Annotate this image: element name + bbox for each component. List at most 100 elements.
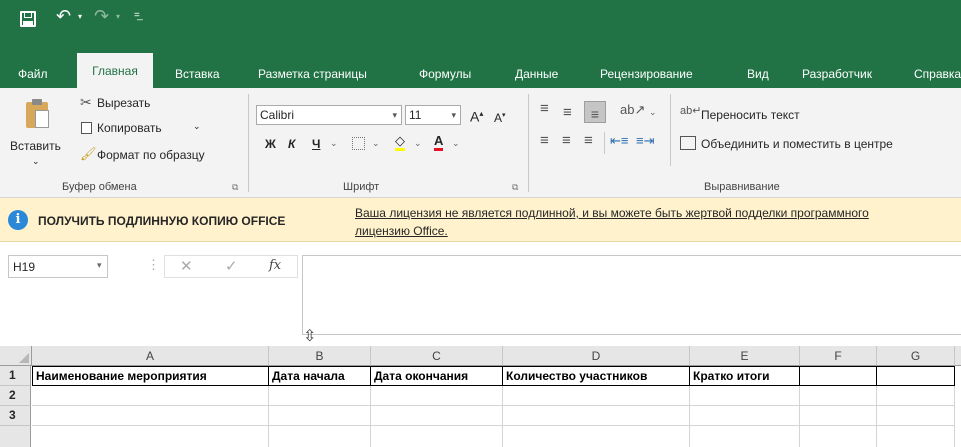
cell-f3[interactable] (800, 406, 877, 426)
cell-c3[interactable] (371, 406, 503, 426)
column-header-d[interactable]: D (503, 346, 690, 366)
tab-review[interactable]: Рецензирование (600, 66, 693, 88)
underline-button[interactable]: Ч (312, 137, 320, 151)
align-right-icon[interactable]: ≡ (584, 133, 593, 148)
increase-indent-icon[interactable]: ≡⇥ (636, 134, 654, 148)
cell-d2[interactable] (503, 386, 690, 406)
font-size-select[interactable]: 11 ▾ (405, 105, 461, 125)
row-header-4[interactable] (0, 426, 31, 447)
cut-button[interactable]: Вырезать (97, 96, 150, 110)
undo-dropdown-icon[interactable]: ▾ (78, 12, 82, 21)
column-header-partial[interactable] (955, 346, 961, 366)
row-header-2[interactable]: 2 (0, 386, 31, 406)
align-left-icon[interactable]: ≡ (540, 133, 549, 148)
column-header-e[interactable]: E (690, 346, 800, 366)
chevron-down-icon[interactable]: ▾ (97, 260, 102, 271)
cell-c2[interactable] (371, 386, 503, 406)
orientation-dropdown-icon[interactable]: ⌄ (649, 105, 657, 119)
column-header-g[interactable]: G (877, 346, 955, 366)
wrap-text-button[interactable]: Переносить текст (701, 108, 800, 122)
tab-page-layout[interactable]: Разметка страницы (258, 66, 367, 88)
cell-b3[interactable] (269, 406, 371, 426)
decrease-indent-icon[interactable]: ⇤≡ (610, 134, 628, 148)
font-launcher-icon[interactable]: ⧉ (512, 182, 518, 193)
copy-icon[interactable] (81, 122, 92, 134)
paste-button[interactable]: Вставить (10, 139, 61, 153)
cell-a4[interactable] (32, 426, 269, 447)
borders-icon[interactable] (352, 137, 365, 150)
cell-g1[interactable] (877, 366, 955, 386)
cell-b2[interactable] (269, 386, 371, 406)
format-painter-icon[interactable]: 🖌 (80, 147, 97, 161)
cell-e4[interactable] (690, 426, 800, 447)
row-header-3[interactable]: 3 (0, 406, 31, 426)
orientation-icon[interactable]: ab↗ (620, 103, 645, 117)
column-header-b[interactable]: B (269, 346, 371, 366)
merge-center-button[interactable]: Объединить и поместить в центре (701, 137, 893, 151)
name-box[interactable]: H19 ▾ (8, 255, 108, 278)
cell-f4[interactable] (800, 426, 877, 447)
font-color-dropdown-icon[interactable]: ⌄ (452, 136, 460, 150)
tab-help[interactable]: Справка (914, 66, 961, 88)
copy-button[interactable]: Копировать (97, 121, 162, 135)
tab-insert[interactable]: Вставка (175, 66, 220, 88)
wrap-text-icon[interactable]: ab↵ (680, 104, 701, 118)
merge-center-icon[interactable] (680, 136, 696, 150)
align-top-icon[interactable]: ≡ (540, 101, 549, 116)
cell-b4[interactable] (269, 426, 371, 447)
cell-c1[interactable]: Дата окончания (371, 366, 503, 386)
cell-d4[interactable] (503, 426, 690, 447)
cell-a3[interactable] (32, 406, 269, 426)
tab-file[interactable]: Файл (18, 66, 48, 88)
message-link-line1[interactable]: Ваша лицензия не является подлинной, и в… (355, 206, 869, 220)
cell-a1[interactable]: Наименование мероприятия (32, 366, 269, 386)
copy-dropdown-icon[interactable]: ⌄ (193, 119, 201, 133)
cell-d3[interactable] (503, 406, 690, 426)
cell-g4[interactable] (877, 426, 955, 447)
insert-function-icon[interactable]: fx (269, 258, 281, 273)
cut-icon[interactable]: ✂ (80, 95, 92, 109)
format-painter-button[interactable]: Формат по образцу (97, 148, 205, 162)
customize-qat-icon[interactable]: =̲ (134, 10, 140, 21)
fill-color-icon[interactable]: ◇ (395, 134, 405, 151)
row-header-1[interactable]: 1 (0, 366, 31, 386)
cell-f2[interactable] (800, 386, 877, 406)
select-all-corner[interactable] (0, 346, 32, 366)
cell-g3[interactable] (877, 406, 955, 426)
font-color-icon[interactable]: A (434, 134, 444, 151)
tab-data[interactable]: Данные (515, 66, 558, 88)
font-name-select[interactable]: Calibri ▾ (256, 105, 402, 125)
bold-button[interactable]: Ж (265, 137, 276, 151)
cell-e1[interactable]: Кратко итоги (690, 366, 800, 386)
paste-icon[interactable] (26, 99, 49, 128)
italic-button[interactable]: К (288, 137, 295, 151)
save-icon[interactable] (20, 11, 36, 27)
decrease-font-icon[interactable]: A▾ (494, 109, 506, 125)
cell-e3[interactable] (690, 406, 800, 426)
more-options-icon[interactable]: ⋮ (147, 257, 160, 273)
align-middle-icon[interactable]: ≡ (563, 105, 572, 120)
tab-formulas[interactable]: Формулы (419, 66, 471, 88)
cell-a2[interactable] (32, 386, 269, 406)
cell-b1[interactable]: Дата начала (269, 366, 371, 386)
column-header-a[interactable]: A (32, 346, 269, 366)
paste-dropdown-icon[interactable]: ⌄ (32, 154, 40, 168)
column-header-f[interactable]: F (800, 346, 877, 366)
formula-input[interactable] (302, 255, 961, 335)
column-header-c[interactable]: C (371, 346, 503, 366)
borders-dropdown-icon[interactable]: ⌄ (372, 136, 380, 150)
increase-font-icon[interactable]: A▴ (470, 107, 483, 124)
cell-e2[interactable] (690, 386, 800, 406)
tab-home[interactable]: Главная (77, 53, 153, 88)
fill-dropdown-icon[interactable]: ⌄ (414, 136, 422, 150)
underline-dropdown-icon[interactable]: ⌄ (330, 136, 338, 150)
cell-f1[interactable] (800, 366, 877, 386)
tab-view[interactable]: Вид (747, 66, 769, 88)
message-link-line2[interactable]: лицензию Office. (355, 224, 448, 238)
cell-d1[interactable]: Количество участников (503, 366, 690, 386)
align-center-icon[interactable]: ≡ (562, 133, 571, 148)
cell-g2[interactable] (877, 386, 955, 406)
tab-developer[interactable]: Разработчик (802, 66, 872, 88)
cell-c4[interactable] (371, 426, 503, 447)
clipboard-launcher-icon[interactable]: ⧉ (232, 182, 238, 193)
